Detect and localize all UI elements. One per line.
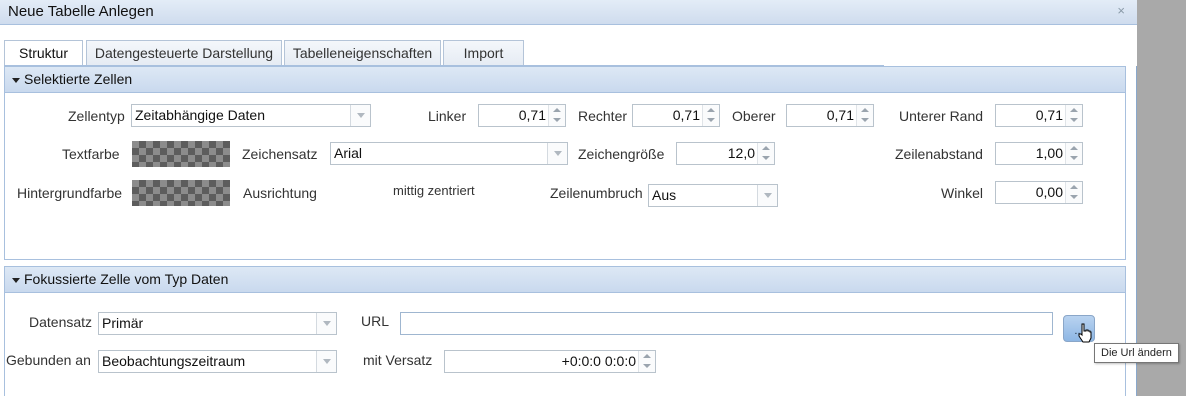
spinner-arrows-icon <box>702 105 719 126</box>
spinner-up-button[interactable] <box>1066 143 1082 153</box>
url-input[interactable] <box>400 312 1053 335</box>
offset-value: +0:0:0 0:0:0 <box>561 353 636 369</box>
spinner-down-button[interactable] <box>1066 192 1082 202</box>
change-url-tooltip: Die Url ändern <box>1094 343 1179 363</box>
spinner-arrows-icon <box>1065 143 1082 164</box>
bound-to-select[interactable]: Beobachtungszeitraum <box>98 350 337 373</box>
background-color-label: Hintergrundfarbe <box>17 185 123 201</box>
line-spacing-value: 1,00 <box>1035 145 1063 161</box>
bound-to-label: Gebunden an <box>6 352 91 368</box>
spinner-arrows-icon <box>1065 182 1082 203</box>
spinner-down-button[interactable] <box>703 115 719 125</box>
selected-cells-header[interactable]: Selektierte Zellen <box>5 67 1125 93</box>
cell-type-label: Zellentyp <box>68 108 125 124</box>
margin-bottom-value: 0,71 <box>1035 107 1063 123</box>
spinner-down-button[interactable] <box>549 115 565 125</box>
bound-to-value: Beobachtungszeitraum <box>102 353 246 369</box>
dataset-select[interactable]: Primär <box>98 312 337 335</box>
spinner-down-button[interactable] <box>857 115 873 125</box>
close-icon[interactable]: × <box>1117 3 1125 18</box>
tab-datengesteuerte-darstellung[interactable]: Datengesteuerte Darstellung <box>86 40 282 66</box>
focused-cell-title: Fokussierte Zelle vom Typ Daten <box>24 271 229 287</box>
margin-bottom-label: Unterer Rand <box>899 108 984 124</box>
line-wrap-select[interactable]: Aus <box>648 184 778 207</box>
margin-top-label: Oberer <box>732 108 776 124</box>
spinner-arrows-icon <box>548 105 565 126</box>
title-bar[interactable]: Neue Tabelle Anlegen × <box>0 0 1137 25</box>
spinner-down-button[interactable] <box>758 153 774 163</box>
offset-spinner[interactable]: +0:0:0 0:0:0 <box>444 350 656 373</box>
angle-spinner[interactable]: 0,00 <box>995 181 1083 204</box>
spinner-up-button[interactable] <box>758 143 774 153</box>
line-spacing-label: Zeilenabstand <box>895 146 983 162</box>
text-color-label: Textfarbe <box>62 146 120 162</box>
tab-struktur[interactable]: Struktur <box>4 40 83 67</box>
margin-bottom-spinner[interactable]: 0,71 <box>995 104 1083 127</box>
line-wrap-value: Aus <box>652 187 677 203</box>
dataset-value: Primär <box>102 315 144 331</box>
margin-right-label: Rechter <box>578 108 628 124</box>
font-select[interactable]: Arial <box>330 142 568 165</box>
chevron-down-icon[interactable] <box>316 351 336 372</box>
margin-left-value: 0,71 <box>518 107 546 123</box>
angle-label: Winkel <box>941 185 984 201</box>
font-value: Arial <box>334 145 363 161</box>
dialog-window: Neue Tabelle Anlegen × Struktur Datenges… <box>0 0 1137 396</box>
cell-type-select[interactable]: Zeitabhängige Daten <box>131 104 371 127</box>
focused-cell-header[interactable]: Fokussierte Zelle vom Typ Daten <box>5 267 1125 293</box>
font-label: Zeichensatz <box>242 146 318 162</box>
angle-value: 0,00 <box>1035 184 1063 200</box>
spinner-down-button[interactable] <box>1066 153 1082 163</box>
selected-cells-title: Selektierte Zellen <box>24 71 133 87</box>
alignment-value[interactable]: mittig zentriert <box>393 183 475 198</box>
text-color-swatch[interactable] <box>132 141 230 167</box>
margin-right-spinner[interactable]: 0,71 <box>632 104 720 127</box>
caret-down-icon <box>12 277 20 283</box>
chevron-down-icon[interactable] <box>350 105 370 126</box>
tab-bar: Struktur Datengesteuerte Darstellung Tab… <box>0 25 1137 67</box>
dataset-label: Datensatz <box>29 314 93 330</box>
url-label: URL <box>361 313 390 329</box>
margin-left-spinner[interactable]: 0,71 <box>478 104 566 127</box>
alignment-label: Ausrichtung <box>243 185 317 201</box>
tab-import[interactable]: Import <box>443 40 524 66</box>
background-color-swatch[interactable] <box>132 180 230 206</box>
spinner-arrows-icon <box>856 105 873 126</box>
margin-right-value: 0,71 <box>672 107 700 123</box>
spinner-up-button[interactable] <box>703 105 719 115</box>
hand-pointer-icon <box>1078 323 1092 343</box>
font-size-spinner[interactable]: 12,0 <box>676 142 775 165</box>
font-size-value: 12,0 <box>727 145 755 161</box>
spinner-arrows-icon <box>638 351 655 372</box>
font-size-label: Zeichengröße <box>578 146 665 162</box>
margin-top-value: 0,71 <box>826 107 854 123</box>
spinner-arrows-icon <box>1065 105 1082 126</box>
tab-tabelleneigenschaften[interactable]: Tabelleneigenschaften <box>284 40 441 66</box>
spinner-up-button[interactable] <box>857 105 873 115</box>
spinner-down-button[interactable] <box>1066 115 1082 125</box>
cell-type-value: Zeitabhängige Daten <box>135 107 265 123</box>
margin-left-label: Linker <box>428 108 467 124</box>
spinner-arrows-icon <box>757 143 774 164</box>
line-wrap-label: Zeilenumbruch <box>550 185 643 201</box>
spinner-up-button[interactable] <box>1066 105 1082 115</box>
chevron-down-icon[interactable] <box>316 313 336 334</box>
spinner-down-button[interactable] <box>639 361 655 371</box>
spinner-up-button[interactable] <box>1066 182 1082 192</box>
spinner-up-button[interactable] <box>639 351 655 361</box>
spinner-up-button[interactable] <box>549 105 565 115</box>
offset-label: mit Versatz <box>363 352 433 368</box>
window-title: Neue Tabelle Anlegen <box>8 3 154 20</box>
chevron-down-icon[interactable] <box>547 143 567 164</box>
line-spacing-spinner[interactable]: 1,00 <box>995 142 1083 165</box>
chevron-down-icon[interactable] <box>757 185 777 206</box>
margin-top-spinner[interactable]: 0,71 <box>786 104 874 127</box>
caret-down-icon <box>12 77 20 83</box>
